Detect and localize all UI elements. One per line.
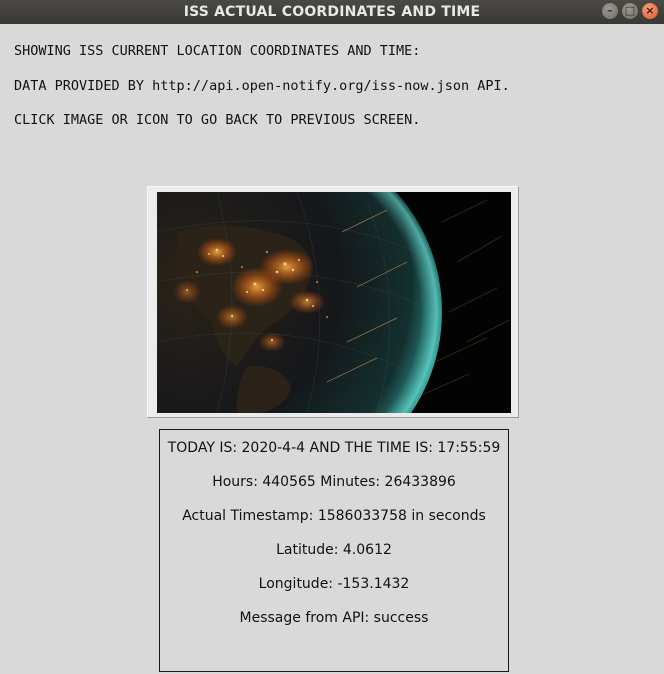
title-bar[interactable]: ISS ACTUAL COORDINATES AND TIME – □ × [0, 0, 664, 24]
minimize-icon[interactable]: – [602, 3, 618, 19]
window-title: ISS ACTUAL COORDINATES AND TIME [183, 4, 481, 20]
latitude-label: Latitude: 4.0612 [276, 542, 392, 558]
app-window: ISS ACTUAL COORDINATES AND TIME – □ × SH… [0, 0, 664, 674]
date-time-label: TODAY IS: 2020-4-4 AND THE TIME IS: 17:5… [167, 440, 501, 456]
api-message-label: Message from API: success [239, 610, 429, 626]
instruction-line-2: DATA PROVIDED BY http://api.open-notify.… [14, 78, 510, 94]
back-image-button[interactable] [147, 186, 519, 418]
close-icon[interactable]: × [642, 3, 658, 19]
maximize-icon[interactable]: □ [622, 3, 638, 19]
hours-minutes-label: Hours: 440565 Minutes: 26433896 [212, 474, 456, 490]
longitude-label: Longitude: -153.1432 [258, 576, 410, 592]
iss-data-panel: TODAY IS: 2020-4-4 AND THE TIME IS: 17:5… [159, 429, 509, 672]
window-controls: – □ × [602, 3, 658, 19]
instruction-line-1: SHOWING ISS CURRENT LOCATION COORDINATES… [14, 43, 421, 59]
timestamp-label: Actual Timestamp: 1586033758 in seconds [182, 508, 486, 524]
instruction-line-3: CLICK IMAGE OR ICON TO GO BACK TO PREVIO… [14, 112, 421, 128]
earth-at-night-image[interactable] [157, 192, 511, 413]
